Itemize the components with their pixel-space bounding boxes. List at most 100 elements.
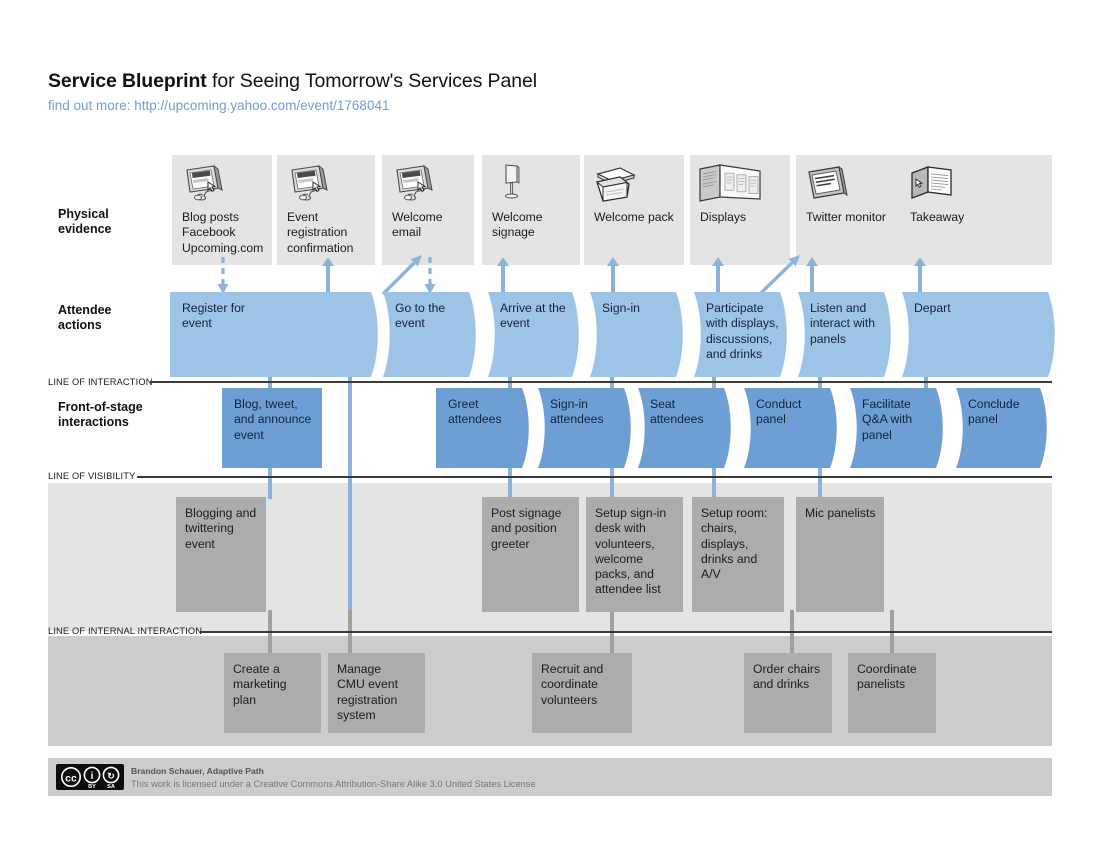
connector-greet-to-post-signage (508, 464, 512, 499)
front-of-stage-step[interactable]: Conclude panel (956, 388, 1054, 468)
back-of-stage-box[interactable]: Mic panelists (796, 497, 884, 612)
back-of-stage-box-label: Mic panelists (805, 506, 876, 520)
attendee-action-step[interactable]: Listen and interact with panels (798, 292, 898, 377)
support-process-box-label: Coordinate panelists (857, 662, 917, 692)
line-of-interaction-rule (150, 381, 1052, 383)
footer-bar (48, 758, 1052, 796)
connector-dashed-welcome-email-to-go-to-event (424, 257, 436, 294)
front-of-stage-step[interactable]: Blog, tweet, and announce event (222, 388, 322, 468)
connector-up-listen-to-twitter-monitor (806, 257, 818, 294)
front-of-stage-step-label: Greet attendees (448, 397, 502, 427)
display-panels-icon (698, 163, 764, 212)
svg-text:cc: cc (65, 772, 77, 784)
creative-commons-badge-icon: cc i ↻ BY SA (56, 764, 124, 795)
attendee-action-step-label: Go to the event (395, 301, 446, 331)
back-of-stage-box[interactable]: Post signage and position greeter (482, 497, 579, 612)
connector-signin-to-setup-desk (610, 464, 614, 499)
attendee-action-step-label: Listen and interact with panels (810, 301, 876, 346)
physical-evidence-label: Displays (700, 210, 747, 224)
physical-evidence-cell: Blog posts Facebook Upcoming.com (172, 155, 272, 265)
front-of-stage-step[interactable]: Seat attendees (638, 388, 738, 468)
front-of-stage-step-label: Facilitate Q&A with panel (862, 397, 913, 442)
front-of-stage-step-label: Sign-in attendees (550, 397, 604, 427)
page-subtitle-link[interactable]: find out more: http://upcoming.yahoo.com… (48, 98, 389, 113)
physical-evidence-label: Welcome pack (594, 210, 674, 224)
physical-evidence-cell: Welcome signage (482, 155, 580, 265)
page-title: Service Blueprint for Seeing Tomorrow's … (48, 70, 537, 93)
page-title-bold: Service Blueprint (48, 70, 207, 92)
service-blueprint-canvas: Service Blueprint for Seeing Tomorrow's … (0, 0, 1100, 850)
attendee-action-step[interactable]: Go to the event (383, 292, 483, 377)
front-of-stage-step-label: Conclude panel (968, 397, 1020, 427)
open-booklet-icon (908, 163, 956, 208)
row-label-attendee-actions: Attendee actions (58, 303, 112, 332)
connector-up-register-to-event-confirmation (322, 257, 334, 294)
back-of-stage-box[interactable]: Blogging and twittering event (176, 497, 266, 612)
line-of-visibility-rule (137, 476, 1052, 478)
front-of-stage-step[interactable]: Facilitate Q&A with panel (850, 388, 950, 468)
front-of-stage-step-label: Seat attendees (650, 397, 704, 427)
line-of-internal-interaction-rule (200, 631, 1052, 633)
support-process-box-label: Order chairs and drinks (753, 662, 821, 692)
physical-evidence-label: Blog posts Facebook Upcoming.com (182, 210, 264, 255)
back-of-stage-box-label: Setup sign-in desk with volunteers, welc… (595, 506, 667, 597)
attendee-action-step-label: Sign-in (602, 301, 640, 315)
physical-evidence-cell: Takeaway (900, 155, 1052, 265)
line-of-internal-interaction-label: LINE OF INTERNAL INTERACTION (48, 626, 203, 636)
svg-text:i: i (91, 771, 94, 782)
attendee-action-step[interactable]: Register for event (170, 292, 385, 377)
support-process-box[interactable]: Create a marketing plan (224, 653, 321, 733)
back-of-stage-box-label: Setup room: chairs, displays, drinks and… (701, 506, 768, 582)
front-of-stage-step-label: Conduct panel (756, 397, 802, 427)
physical-evidence-cell: Event registration confirmation (277, 155, 375, 265)
attendee-action-step-label: Arrive at the event (500, 301, 566, 331)
support-process-box-label: Create a marketing plan (233, 662, 287, 707)
connector-seat-to-setup-room (712, 464, 716, 499)
support-process-box[interactable]: Manage CMU event registration system (328, 653, 425, 733)
physical-evidence-label: Takeaway (910, 210, 965, 224)
back-of-stage-box-label: Post signage and position greeter (491, 506, 562, 551)
physical-evidence-label: Event registration confirmation (287, 210, 354, 255)
connector-up-signin-to-welcome-pack (607, 257, 619, 294)
envelope-pack-icon (592, 165, 638, 210)
attendee-action-step-label: Register for event (182, 301, 245, 331)
screen-panel-icon (804, 165, 850, 210)
front-of-stage-step[interactable]: Conduct panel (744, 388, 844, 468)
computer-monitor-icon (287, 164, 329, 210)
page-title-rest: for Seeing Tomorrow's Services Panel (206, 70, 537, 92)
row-label-front-of-stage: Front-of-stage interactions (58, 400, 143, 429)
connector-blog-to-blogging (268, 464, 272, 499)
line-of-interaction-label: LINE OF INTERACTION (48, 377, 153, 387)
connector-up-depart-to-takeaway (914, 257, 926, 294)
support-process-box-label: Manage CMU event registration system (337, 662, 398, 722)
connector-dashed-blog-to-register (217, 257, 229, 294)
attendee-action-step-label: Depart (914, 301, 951, 315)
signage-stand-icon (492, 163, 534, 208)
physical-evidence-label: Welcome signage (492, 210, 543, 240)
attendee-action-step[interactable]: Sign-in (590, 292, 690, 377)
svg-text:BY: BY (88, 784, 96, 790)
attendee-action-step[interactable]: Arrive at the event (488, 292, 586, 377)
connector-conduct-to-mic-panelists (818, 464, 822, 499)
support-process-box-label: Recruit and coordinate volunteers (541, 662, 604, 707)
attendee-action-step[interactable]: Participate with displays, discussions, … (694, 292, 794, 377)
svg-text:↻: ↻ (107, 771, 115, 781)
physical-evidence-cell: Welcome pack (584, 155, 684, 265)
front-of-stage-step-label: Blog, tweet, and announce event (234, 397, 312, 442)
attendee-action-step-label: Participate with displays, discussions, … (706, 301, 779, 361)
back-of-stage-box[interactable]: Setup sign-in desk with volunteers, welc… (586, 497, 683, 612)
back-of-stage-box-label: Blogging and twittering event (185, 506, 257, 551)
support-process-box[interactable]: Order chairs and drinks (744, 653, 832, 733)
line-of-visibility-label: LINE OF VISIBILITY (48, 471, 136, 481)
computer-monitor-icon (182, 164, 224, 210)
svg-text:SA: SA (107, 784, 115, 790)
row-label-physical-evidence: Physical evidence (58, 207, 112, 236)
front-of-stage-step[interactable]: Greet attendees (436, 388, 536, 468)
front-of-stage-step[interactable]: Sign-in attendees (538, 388, 638, 468)
attendee-action-step[interactable]: Depart (902, 292, 1062, 377)
connector-up-arrive-to-welcome-signage (497, 257, 509, 294)
support-process-box[interactable]: Recruit and coordinate volunteers (532, 653, 632, 733)
support-process-box[interactable]: Coordinate panelists (848, 653, 936, 733)
back-of-stage-box[interactable]: Setup room: chairs, displays, drinks and… (692, 497, 784, 612)
footer-license: This work is licensed under a Creative C… (131, 779, 536, 789)
